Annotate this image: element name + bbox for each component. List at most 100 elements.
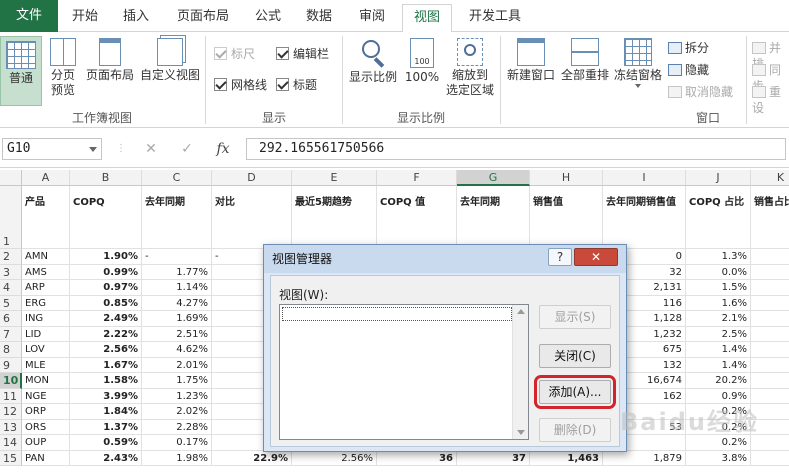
table-cell[interactable]: 1. <box>751 357 789 373</box>
table-cell[interactable]: 1.67% <box>70 357 142 373</box>
row-header[interactable]: 12 <box>0 404 22 420</box>
chevron-down-icon[interactable] <box>89 147 97 152</box>
column-header-g[interactable]: G <box>457 170 530 186</box>
table-cell[interactable]: MLE <box>22 357 70 373</box>
header-cell[interactable]: COPQ 占比 <box>686 186 751 249</box>
column-header-b[interactable]: B <box>70 170 142 186</box>
table-cell[interactable]: LOV <box>22 342 70 358</box>
row-header[interactable]: 8 <box>0 342 22 358</box>
table-cell[interactable]: 1,463 <box>530 450 603 466</box>
name-box[interactable]: G10 <box>2 138 102 160</box>
list-focus-item[interactable] <box>282 307 512 321</box>
table-cell[interactable]: 0. <box>751 419 789 435</box>
table-cell[interactable]: 1. <box>751 249 789 265</box>
table-cell[interactable]: 1.37% <box>70 419 142 435</box>
table-cell[interactable]: 1,879 <box>603 450 686 466</box>
table-cell[interactable]: 1.5% <box>686 280 751 296</box>
row-header[interactable]: 9 <box>0 357 22 373</box>
row-header[interactable]: 2 <box>0 249 22 265</box>
table-cell[interactable]: ERG <box>22 295 70 311</box>
table-cell[interactable]: 1.14% <box>142 280 212 296</box>
column-header-i[interactable]: I <box>603 170 686 186</box>
row-header[interactable]: 4 <box>0 280 22 296</box>
header-cell[interactable]: 去年同期 <box>142 186 212 249</box>
table-cell[interactable]: 1.6% <box>686 295 751 311</box>
insert-function-icon[interactable]: fx <box>212 138 234 160</box>
row-header[interactable]: 11 <box>0 388 22 404</box>
split-button[interactable]: 拆分 <box>668 40 709 56</box>
formula-bar-checkbox[interactable]: 编辑栏 <box>276 46 329 62</box>
header-cell[interactable]: 去年同期销售值 <box>603 186 686 249</box>
table-cell[interactable]: 1.84% <box>70 404 142 420</box>
table-cell[interactable]: 1.3% <box>686 249 751 265</box>
table-cell[interactable]: 1. <box>751 342 789 358</box>
table-cell[interactable]: 1.58% <box>70 373 142 389</box>
header-cell[interactable]: COPQ 值 <box>377 186 457 249</box>
column-header-j[interactable]: J <box>686 170 751 186</box>
column-header-e[interactable]: E <box>292 170 377 186</box>
cancel-icon[interactable]: ✕ <box>140 138 162 160</box>
custom-views-button[interactable]: 自定义视图 <box>138 38 202 83</box>
header-cell[interactable]: 对比 <box>212 186 292 249</box>
tab-home[interactable]: 开始 <box>64 4 106 32</box>
zoom-to-selection-button[interactable]: 缩放到 选定区域 <box>444 38 496 98</box>
tab-review[interactable]: 审阅 <box>350 4 394 32</box>
delete-button[interactable]: 删除(D) <box>539 418 611 442</box>
header-cell[interactable]: COPQ <box>70 186 142 249</box>
table-cell[interactable]: 0.2% <box>686 404 751 420</box>
table-cell[interactable]: 36 <box>377 450 457 466</box>
table-cell[interactable]: 3. <box>751 450 789 466</box>
tab-data[interactable]: 数据 <box>298 4 340 32</box>
column-header-k[interactable]: K <box>751 170 789 186</box>
tab-insert[interactable]: 插入 <box>114 4 158 32</box>
table-cell[interactable]: - <box>142 249 212 265</box>
table-cell[interactable]: 1.69% <box>142 311 212 327</box>
table-cell[interactable]: 1.23% <box>142 388 212 404</box>
table-cell[interactable]: 3. <box>751 295 789 311</box>
zoom-button[interactable]: 显示比例 <box>346 38 400 85</box>
table-cell[interactable]: AMS <box>22 264 70 280</box>
column-header-f[interactable]: F <box>377 170 457 186</box>
header-cell[interactable]: 去年同期 <box>457 186 530 249</box>
add-button[interactable]: 添加(A)... <box>534 375 616 409</box>
formula-input[interactable]: 292.165561750566 <box>246 138 786 160</box>
table-cell[interactable]: 1. <box>751 311 789 327</box>
table-cell[interactable]: 2.49% <box>70 311 142 327</box>
table-cell[interactable]: 2. <box>751 326 789 342</box>
header-cell[interactable]: 销售值 <box>530 186 603 249</box>
hide-button[interactable]: 隐藏 <box>668 62 709 78</box>
table-cell[interactable]: ARP <box>22 280 70 296</box>
table-cell[interactable]: 2.28% <box>142 419 212 435</box>
column-header-c[interactable]: C <box>142 170 212 186</box>
table-cell[interactable]: 2.51% <box>142 326 212 342</box>
close-button[interactable]: 关闭(C) <box>539 344 611 368</box>
table-cell[interactable]: 4.62% <box>142 342 212 358</box>
table-cell[interactable]: 2.01% <box>142 357 212 373</box>
table-cell[interactable]: 0.2% <box>686 419 751 435</box>
tab-file[interactable]: 文件 <box>0 0 58 32</box>
row-header[interactable]: 14 <box>0 435 22 451</box>
views-listbox[interactable] <box>279 304 529 440</box>
table-cell[interactable]: 24. <box>751 373 789 389</box>
table-cell[interactable]: LID <box>22 326 70 342</box>
scroll-down-icon[interactable] <box>517 430 525 435</box>
close-icon[interactable]: ✕ <box>574 248 618 266</box>
table-cell[interactable]: PAN <box>22 450 70 466</box>
table-cell[interactable]: 0.99% <box>70 264 142 280</box>
row-header[interactable]: 6 <box>0 311 22 327</box>
show-button[interactable]: 显示(S) <box>539 305 611 329</box>
table-cell[interactable]: 2.56% <box>292 450 377 466</box>
row-header[interactable]: 3 <box>0 264 22 280</box>
table-cell[interactable]: OUP <box>22 435 70 451</box>
tab-page-layout[interactable]: 页面布局 <box>168 4 238 32</box>
table-cell[interactable]: 0.85% <box>70 295 142 311</box>
table-cell[interactable]: 37 <box>457 450 530 466</box>
table-cell[interactable]: 3.99% <box>70 388 142 404</box>
table-cell[interactable]: 1.4% <box>686 357 751 373</box>
table-cell[interactable]: ORS <box>22 419 70 435</box>
page-layout-view-button[interactable]: 页面布局 <box>84 38 136 83</box>
table-cell[interactable]: NGE <box>22 388 70 404</box>
scrollbar[interactable] <box>512 305 528 439</box>
table-cell[interactable]: 2.22% <box>70 326 142 342</box>
tab-formulas[interactable]: 公式 <box>248 4 288 32</box>
